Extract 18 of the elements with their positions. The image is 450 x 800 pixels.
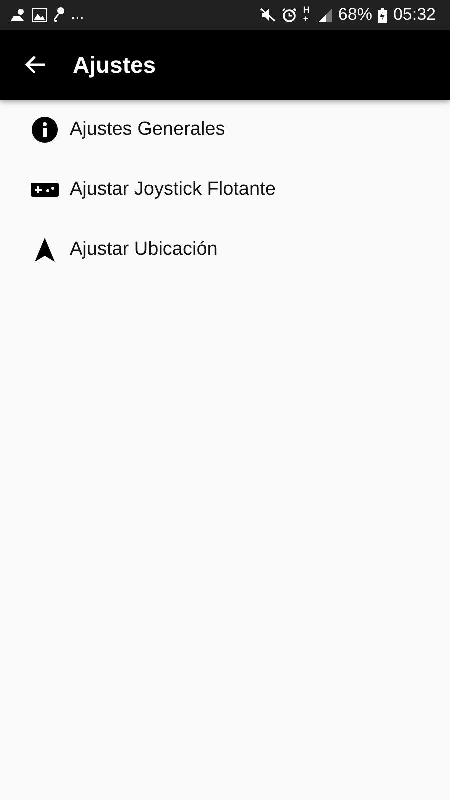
overflow-dots: ... xyxy=(71,8,84,22)
info-icon xyxy=(32,117,58,143)
battery-percent: 68% xyxy=(338,5,372,25)
image-icon xyxy=(32,8,47,22)
menu-item[interactable]: Ajustar Ubicación xyxy=(0,220,450,280)
mute-icon xyxy=(260,8,276,22)
navigation-arrow-icon xyxy=(35,238,55,262)
menu-item[interactable]: Ajustar Joystick Flotante xyxy=(0,160,450,220)
signal-icon xyxy=(319,8,332,22)
person-icon xyxy=(10,8,26,22)
screen-title: Ajustes xyxy=(73,52,156,78)
battery-charging-icon xyxy=(378,8,388,22)
network-type: H+ xyxy=(303,6,311,24)
menu-item[interactable]: Ajustes Generales xyxy=(0,100,450,160)
alarm-icon xyxy=(282,8,298,22)
clock: 05:32 xyxy=(393,5,436,25)
microphone-icon xyxy=(53,7,65,23)
gamepad-icon xyxy=(31,183,59,197)
